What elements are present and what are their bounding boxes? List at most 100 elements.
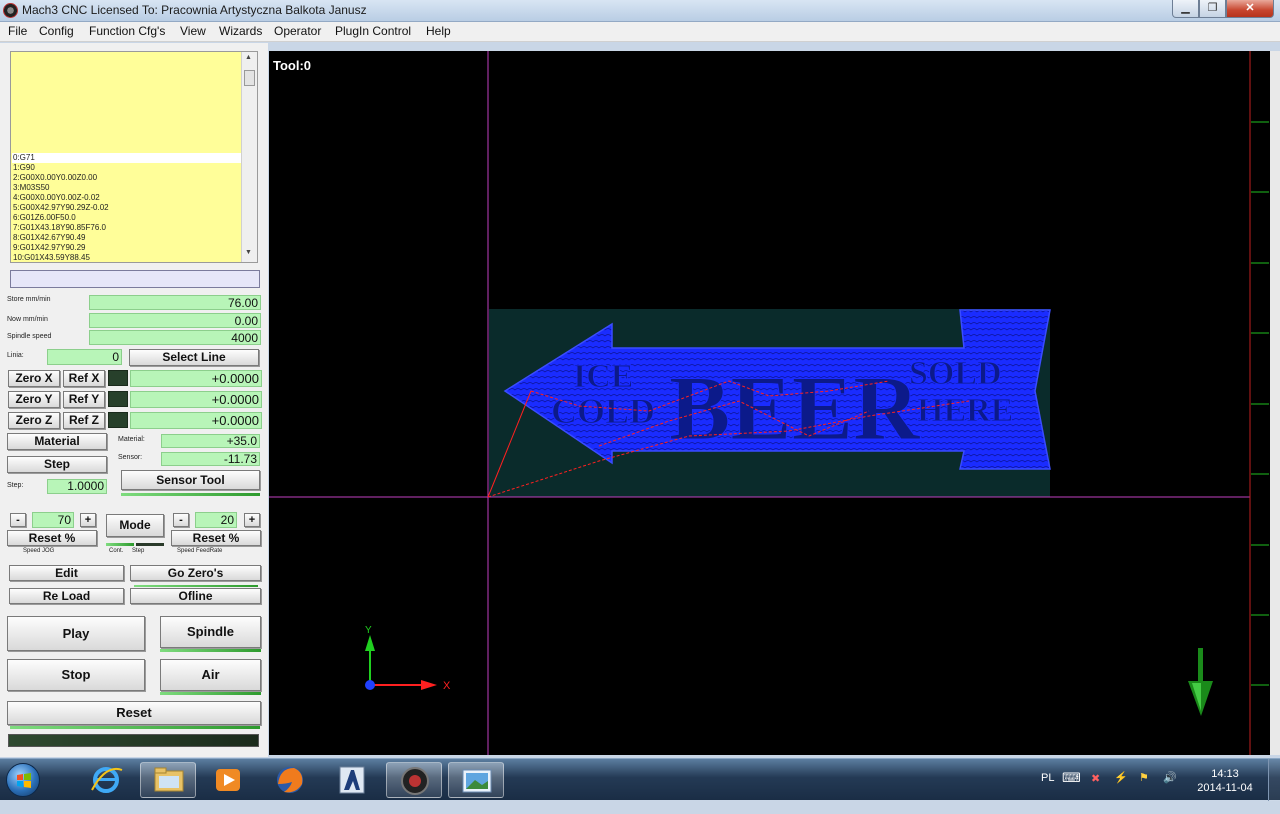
ref-y-button[interactable]: Ref Y — [63, 391, 105, 408]
gcode-line[interactable]: 3:M03S50 — [12, 183, 241, 193]
volume-icon[interactable]: 🔊 — [1163, 771, 1177, 813]
material-value: +35.0 — [161, 434, 260, 448]
x-axis-dro[interactable]: +0.0000 — [130, 370, 262, 387]
cont-mode-indicator — [106, 543, 134, 546]
network-error-icon[interactable]: ✖ — [1091, 772, 1100, 814]
menu-plugin-control[interactable]: PlugIn Control — [335, 24, 411, 38]
clock[interactable]: 14:13 2014-11-04 — [1192, 767, 1258, 795]
jog-speed-label: Speed JOG — [23, 548, 55, 554]
taskbar-explorer[interactable] — [140, 762, 196, 798]
scroll-thumb[interactable] — [244, 70, 255, 86]
stop-button[interactable]: Stop — [7, 659, 145, 691]
gcode-line[interactable]: 9:G01X42.97Y90.29 — [12, 243, 241, 253]
taskbar-image-viewer[interactable] — [448, 762, 504, 798]
power-icon[interactable]: ⚡ — [1114, 771, 1128, 813]
view-scrollbar[interactable] — [1270, 51, 1280, 755]
gcode-scrollbar[interactable]: ▲ ▼ — [241, 52, 257, 262]
firefox-icon — [277, 767, 303, 793]
linia-value[interactable]: 0 — [47, 349, 122, 365]
zero-x-button[interactable]: Zero X — [8, 370, 60, 387]
y-axis-dro[interactable]: +0.0000 — [130, 391, 262, 408]
menu-operator[interactable]: Operator — [274, 24, 321, 38]
gcode-line[interactable]: 7:G01X43.18Y90.85F76.0 — [12, 223, 241, 233]
toolpath-display[interactable]: Tool:0 ICE COLD BEER SOLD HERE Y X — [269, 51, 1270, 755]
feed-rate-value[interactable]: 20 — [195, 512, 237, 528]
zero-y-button[interactable]: Zero Y — [8, 391, 60, 408]
gcode-line[interactable]: 1:G90 — [12, 163, 241, 173]
close-button[interactable]: ✕ — [1226, 0, 1274, 18]
gcode-line[interactable]: 0:G71 — [12, 153, 241, 163]
edit-button[interactable]: Edit — [9, 565, 124, 581]
menu-function-cfgs[interactable]: Function Cfg's — [89, 24, 165, 38]
step-mode-indicator — [136, 543, 164, 546]
gcode-line[interactable]: 4:G00X0.00Y0.00Z-0.02 — [12, 193, 241, 203]
gcode-listing[interactable]: 0:G71 1:G90 2:G00X0.00Y0.00Z0.00 3:M03S50 4:… — [10, 51, 258, 263]
sensor-value: -11.73 — [161, 452, 260, 466]
sign-text-sold: SOLD — [909, 355, 1002, 392]
action-center-icon[interactable]: ⚑ — [1139, 771, 1149, 813]
keyboard-icon[interactable]: ⌨ — [1062, 770, 1081, 812]
jog-speed-value[interactable]: 70 — [32, 512, 74, 528]
gcode-line[interactable]: 5:G00X42.97Y90.29Z-0.02 — [12, 203, 241, 213]
scroll-down-icon[interactable]: ▼ — [245, 249, 252, 256]
mode-button[interactable]: Mode — [106, 514, 164, 537]
gcode-lines: 0:G71 1:G90 2:G00X0.00Y0.00Z0.00 3:M03S50 4:… — [12, 153, 241, 262]
jog-minus-button[interactable]: - — [10, 513, 26, 527]
offline-indicator — [134, 585, 258, 587]
menu-wizards[interactable]: Wizards — [219, 24, 262, 38]
y-home-led — [108, 391, 128, 407]
select-line-button[interactable]: Select Line — [129, 349, 259, 366]
material-button[interactable]: Material — [7, 433, 107, 450]
step-button[interactable]: Step — [7, 456, 107, 473]
internet-explorer-icon — [91, 767, 123, 793]
start-button[interactable] — [6, 763, 40, 797]
reset-jog-button[interactable]: Reset % — [7, 530, 97, 546]
spindle-speed-value: 4000 — [89, 330, 261, 345]
offline-button[interactable]: Ofline — [130, 588, 261, 604]
step-mode-label: Step — [132, 548, 145, 554]
menu-config[interactable]: Config — [39, 24, 74, 38]
reset-button[interactable]: Reset — [7, 701, 261, 725]
mdi-input[interactable] — [10, 270, 260, 288]
scroll-up-icon[interactable]: ▲ — [245, 54, 252, 61]
gcode-line[interactable]: 10:G01X43.59Y88.45 — [12, 253, 241, 262]
language-indicator[interactable]: PL — [1041, 772, 1054, 814]
jog-plus-button[interactable]: + — [80, 513, 96, 527]
zero-z-button[interactable]: Zero Z — [8, 412, 60, 429]
gcode-line[interactable]: 8:G01X42.67Y90.49 — [12, 233, 241, 243]
spindle-button[interactable]: Spindle — [160, 616, 261, 648]
sign-text-beer: BEER — [669, 357, 921, 459]
menu-view[interactable]: View — [180, 24, 206, 38]
air-button[interactable]: Air — [160, 659, 261, 691]
feed-minus-button[interactable]: - — [173, 513, 189, 527]
taskbar-media-player[interactable] — [200, 762, 256, 798]
mach3-icon — [401, 767, 429, 795]
taskbar-firefox[interactable] — [262, 762, 318, 798]
now-value: 0.00 — [89, 313, 261, 328]
taskbar-ie[interactable] — [78, 762, 134, 798]
step-value[interactable]: 1.0000 — [47, 479, 107, 494]
feed-plus-button[interactable]: + — [244, 513, 260, 527]
z-axis-dro[interactable]: +0.0000 — [130, 412, 262, 429]
step-label: Step: — [7, 482, 24, 489]
air-indicator — [160, 692, 261, 695]
control-panel: 0:G71 1:G90 2:G00X0.00Y0.00Z0.00 3:M03S50 4:… — [0, 43, 268, 757]
ref-z-button[interactable]: Ref Z — [63, 412, 105, 429]
minimize-button[interactable]: ▁ — [1172, 0, 1199, 18]
sensor-tool-indicator — [121, 493, 260, 496]
show-desktop-button[interactable] — [1268, 759, 1280, 801]
taskbar-mach3[interactable] — [386, 762, 442, 798]
maximize-button[interactable]: ❐ — [1199, 0, 1226, 18]
gcode-line[interactable]: 2:G00X0.00Y0.00Z0.00 — [12, 173, 241, 183]
menu-file[interactable]: File — [8, 24, 27, 38]
sensor-tool-button[interactable]: Sensor Tool — [121, 470, 260, 490]
ref-x-button[interactable]: Ref X — [63, 370, 105, 387]
menu-help[interactable]: Help — [426, 24, 451, 38]
go-zeros-button[interactable]: Go Zero's — [130, 565, 261, 581]
taskbar-artcam[interactable] — [324, 762, 380, 798]
reload-button[interactable]: Re Load — [9, 588, 124, 604]
gcode-line[interactable]: 6:G01Z6.00F50.0 — [12, 213, 241, 223]
play-button[interactable]: Play — [7, 616, 145, 651]
x-home-led — [108, 370, 128, 386]
reset-feed-button[interactable]: Reset % — [171, 530, 261, 546]
